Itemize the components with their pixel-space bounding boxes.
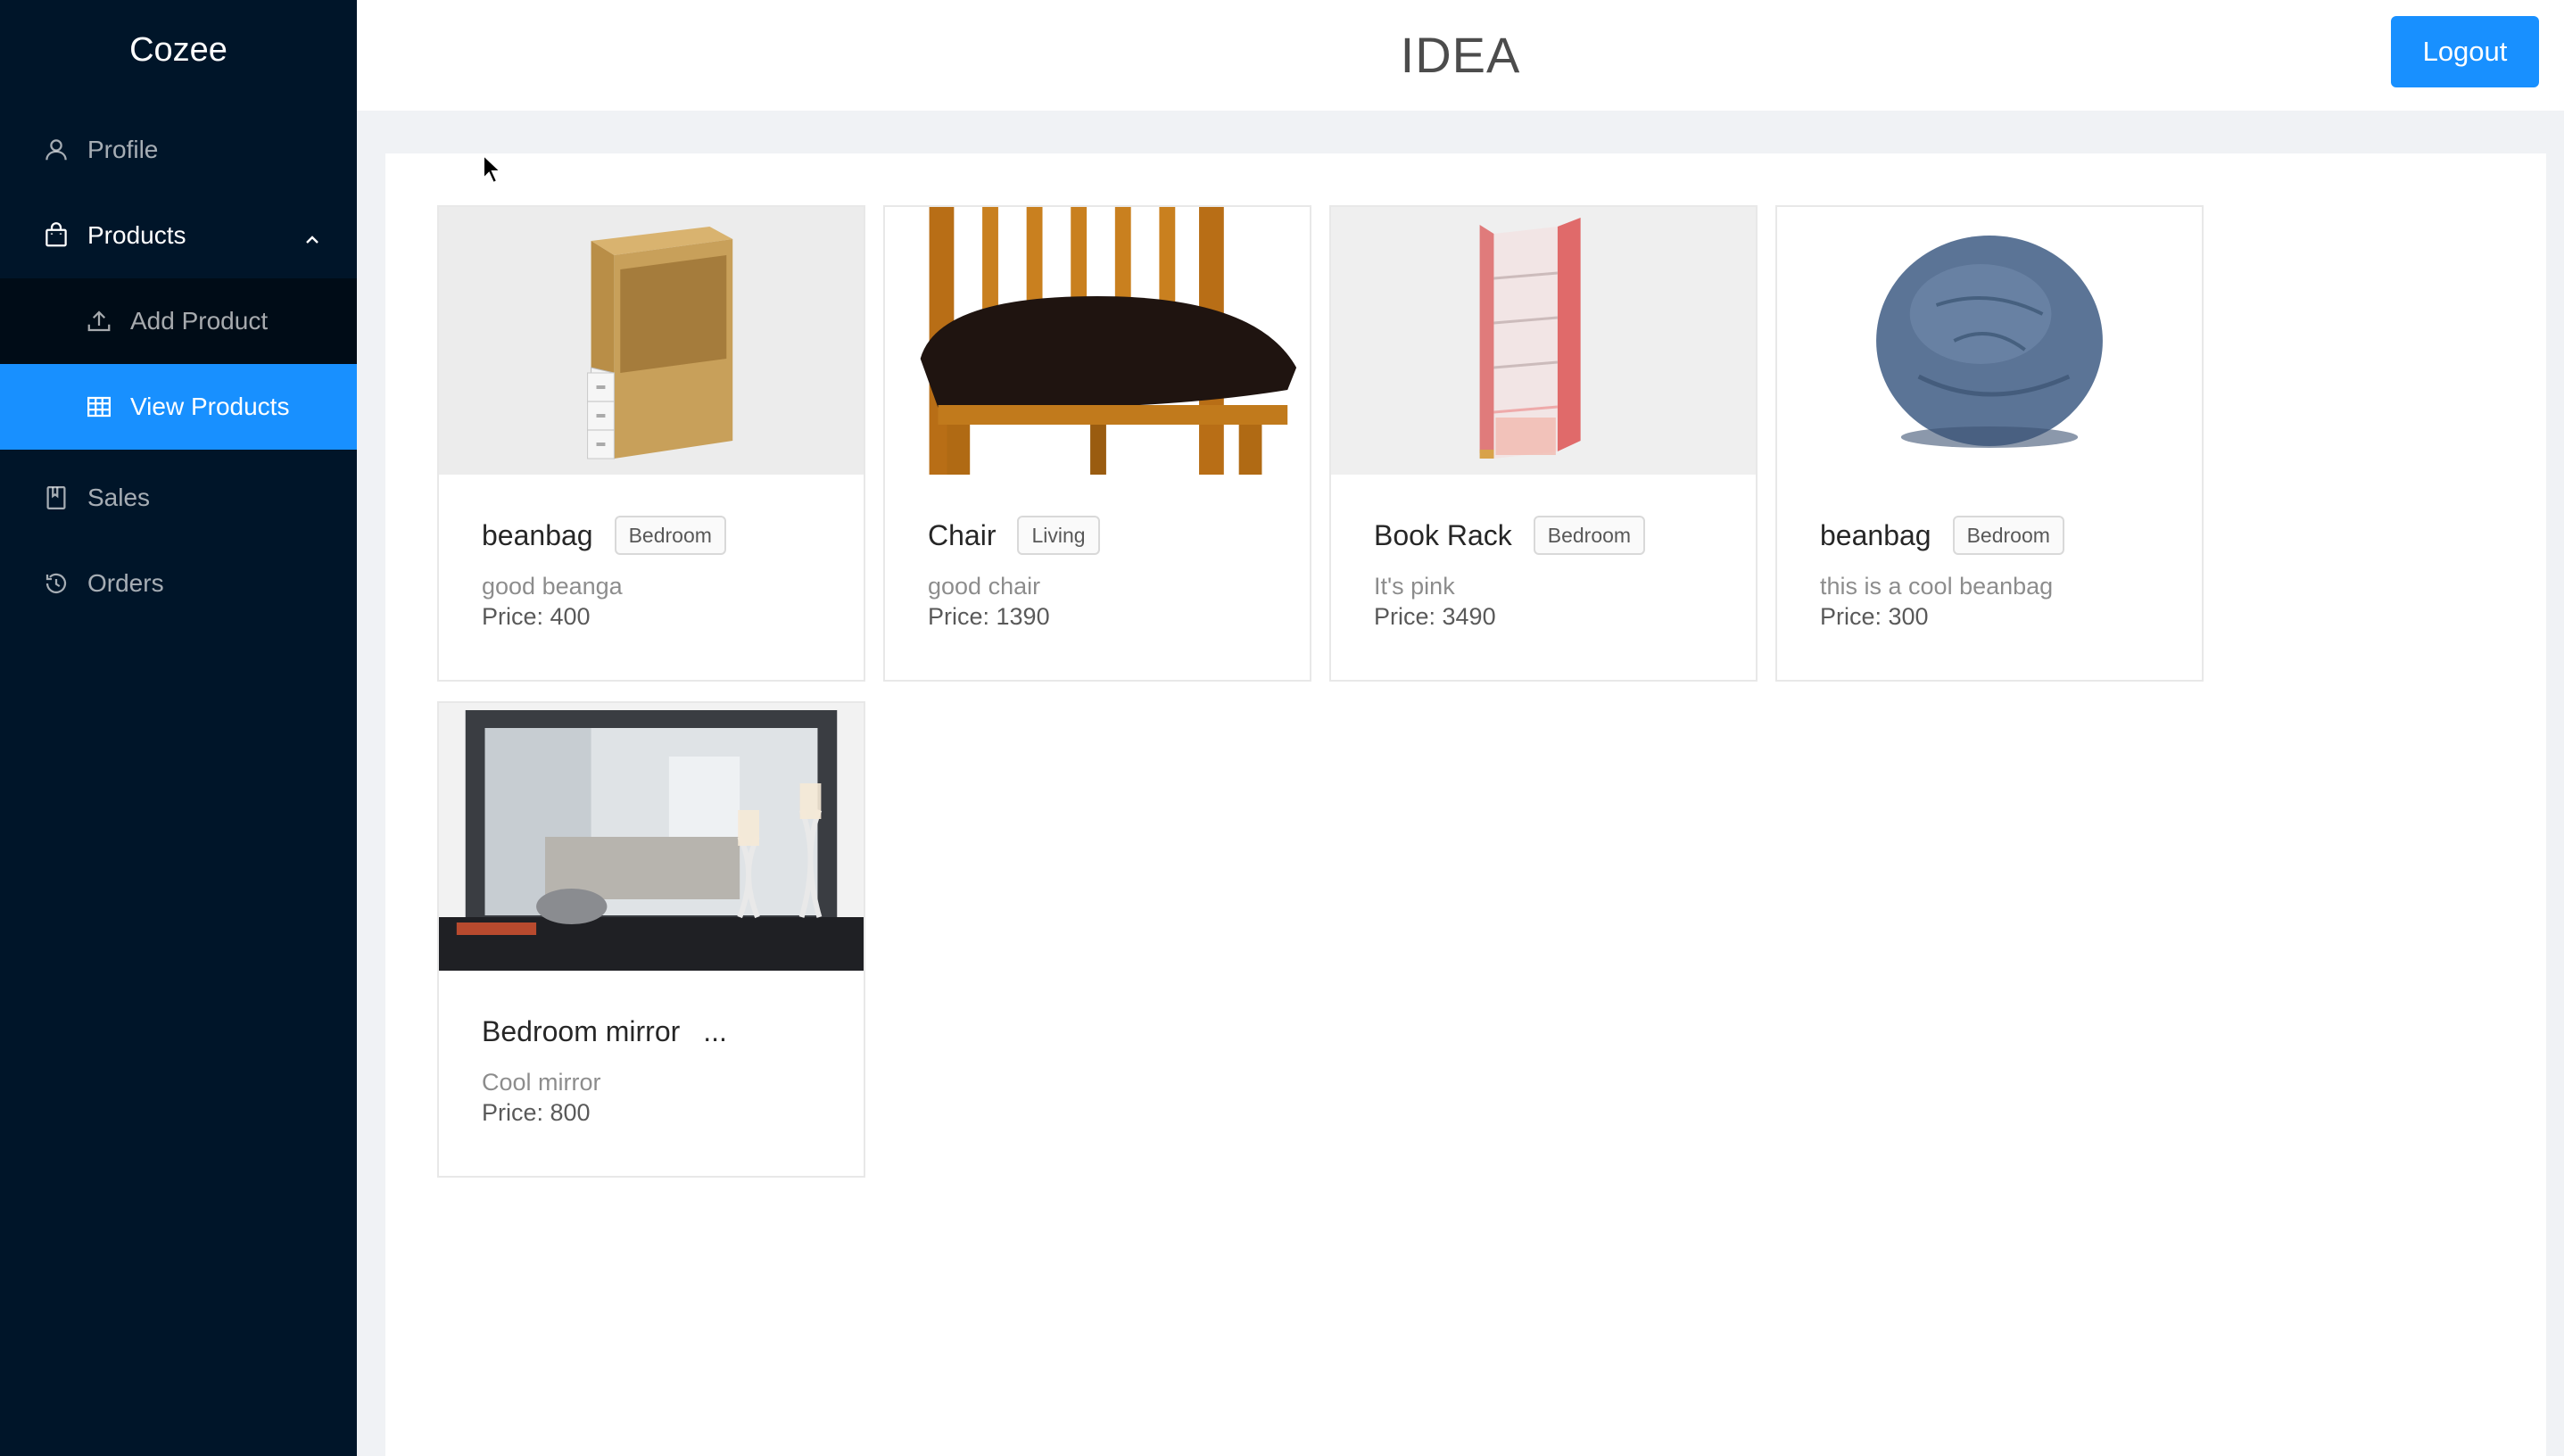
app-logo: Cozee: [129, 31, 227, 69]
sidebar-item-label: Products: [87, 221, 186, 249]
product-card[interactable]: Book Rack Bedroom It's pink Price: 3490: [1329, 205, 1758, 682]
product-description: It's pink: [1374, 573, 1455, 600]
product-image: [1331, 207, 1756, 475]
history-icon: [43, 570, 70, 597]
sidebar-item-label: View Products: [130, 393, 290, 420]
sidebar-item-label: Add Product: [130, 307, 269, 335]
book-icon: [43, 484, 70, 511]
category-tag-truncated: ...: [703, 1014, 727, 1047]
product-image: [439, 207, 864, 475]
product-image: [1777, 207, 2202, 475]
sidebar-item-view-products[interactable]: View Products: [0, 364, 357, 450]
sidebar-item-add-product[interactable]: Add Product: [0, 278, 357, 364]
product-name: Chair: [928, 518, 997, 551]
mouse-cursor-icon: [482, 153, 503, 186]
user-icon: [43, 136, 70, 163]
page-title: IDEA: [1400, 27, 1521, 83]
category-tag: Bedroom: [1533, 516, 1646, 555]
sidebar-item-sales[interactable]: Sales: [0, 455, 357, 541]
sidebar: Cozee Profile Products Add Product View …: [0, 0, 357, 1456]
chevron-up-icon[interactable]: [303, 227, 321, 244]
category-tag: Living: [1017, 516, 1100, 555]
category-tag: Bedroom: [1952, 516, 2064, 555]
sidebar-item-label: Sales: [87, 484, 151, 511]
sidebar-item-label: Orders: [87, 569, 164, 597]
product-price: Price: 1390: [928, 603, 1050, 630]
product-image: [885, 207, 1310, 475]
product-description: good chair: [928, 573, 1041, 600]
product-card[interactable]: Chair Living good chair Price: 1390: [883, 205, 1311, 682]
product-name: Bedroom mirror: [482, 1014, 681, 1047]
product-description: this is a cool beanbag: [1820, 573, 2054, 600]
shopping-bag-icon: [43, 222, 70, 249]
products-grid: beanbag Bedroom good beanga Price: 400 C…: [385, 153, 2546, 1456]
product-price: Price: 3490: [1374, 603, 1496, 630]
product-price: Price: 400: [482, 603, 591, 630]
logout-button[interactable]: Logout: [2391, 16, 2539, 87]
product-card[interactable]: beanbag Bedroom good beanga Price: 400: [437, 205, 865, 682]
upload-icon: [86, 308, 112, 335]
product-price: Price: 800: [482, 1099, 591, 1126]
category-tag: Bedroom: [614, 516, 726, 555]
table-icon: [86, 393, 112, 420]
sidebar-item-orders[interactable]: Orders: [0, 541, 357, 626]
product-card[interactable]: beanbag Bedroom this is a cool beanbag P…: [1775, 205, 2204, 682]
product-image: [439, 703, 864, 971]
sidebar-item-profile[interactable]: Profile: [0, 107, 357, 193]
product-name: Book Rack: [1374, 518, 1512, 551]
product-description: good beanga: [482, 573, 623, 600]
sidebar-item-products[interactable]: Products: [0, 193, 357, 278]
product-name: beanbag: [482, 518, 593, 551]
product-price: Price: 300: [1820, 603, 1929, 630]
product-name: beanbag: [1820, 518, 1931, 551]
products-submenu: Add Product View Products: [0, 278, 357, 450]
product-card[interactable]: Bedroom mirror ... Cool mirror Price: 80…: [437, 701, 865, 1178]
product-description: Cool mirror: [482, 1069, 601, 1096]
header: IDEA Logout: [357, 0, 2564, 111]
sidebar-item-label: Profile: [87, 136, 159, 163]
